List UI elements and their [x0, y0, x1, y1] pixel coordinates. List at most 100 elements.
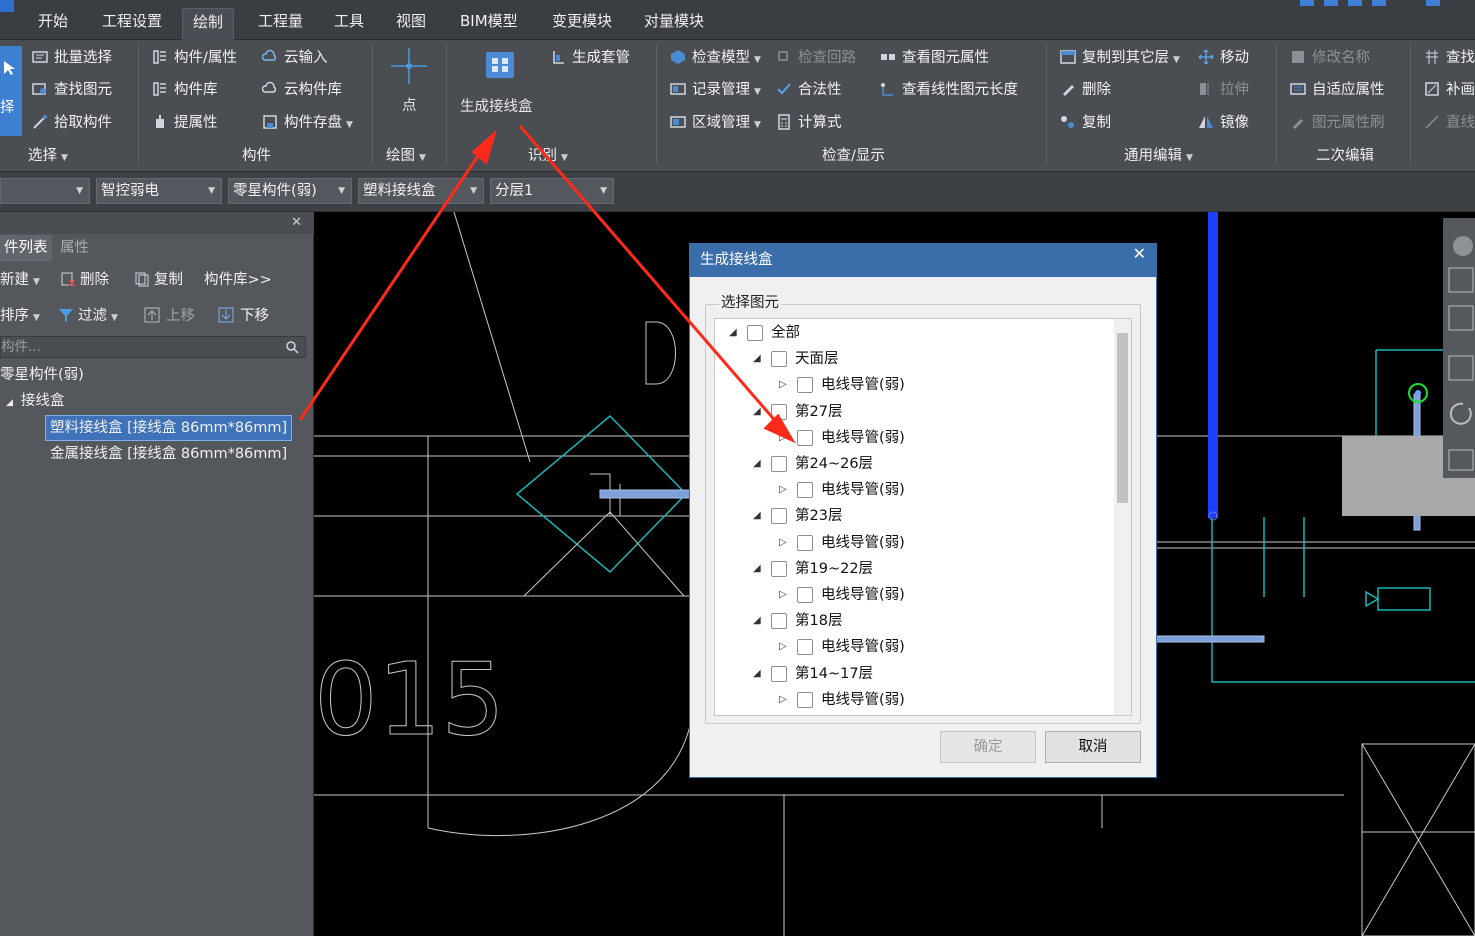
component-search-input[interactable]: 构件...	[0, 336, 306, 358]
expand-triangle-icon[interactable]: ▷	[779, 582, 787, 608]
batch-select-button[interactable]: 批量选择	[32, 45, 112, 71]
copy-button[interactable]: 复制	[1060, 110, 1111, 136]
menu-quantity[interactable]: 工程量	[248, 10, 313, 38]
tree-item-metal-box[interactable]: 金属接线盒 [接线盒 86mm*86mm]	[50, 442, 287, 466]
delete-button[interactable]: 删除	[1060, 77, 1111, 103]
search-icon[interactable]	[285, 340, 299, 354]
extract-attr-button[interactable]: 提属性	[152, 110, 218, 136]
attr-brush-button[interactable]: 图元属性刷	[1290, 110, 1385, 136]
collapse-triangle-icon[interactable]: ◢	[753, 451, 761, 477]
tree-scrollbar[interactable]	[1114, 319, 1131, 715]
tree-checkbox[interactable]	[797, 587, 813, 603]
floor-combo[interactable]: ▼	[0, 178, 90, 204]
tree-checkbox[interactable]	[771, 613, 787, 630]
component-type-combo[interactable]: 零星构件(弱) ▼	[228, 178, 352, 204]
tree-checkbox[interactable]	[771, 403, 787, 420]
tree-row[interactable]: ▷ 电线导管(弱)	[715, 372, 1115, 398]
select-large-button[interactable]: 择	[0, 46, 22, 136]
menu-draw[interactable]: 绘制	[182, 8, 235, 40]
component-save-button[interactable]: 构件存盘 ▼	[262, 110, 353, 136]
new-button[interactable]: 新建 ▼	[0, 267, 40, 293]
expand-triangle-icon[interactable]: ▷	[779, 477, 787, 503]
tree-row[interactable]: ▷ 电线导管(弱)	[715, 634, 1115, 660]
tree-row[interactable]: ◢ 第14~17层	[715, 661, 1115, 687]
collapse-triangle-icon[interactable]: ◢	[753, 556, 761, 582]
close-icon[interactable]: ✕	[1133, 244, 1146, 263]
discipline-combo[interactable]: 智控弱电 ▼	[96, 178, 222, 204]
menu-tools[interactable]: 工具	[324, 10, 374, 38]
tree-checkbox[interactable]	[771, 456, 787, 472]
generate-junction-box-button[interactable]: 生成接线盒	[458, 46, 542, 126]
collapse-triangle-icon[interactable]: ◢	[753, 661, 761, 687]
select-group-label[interactable]: 选择 ▼	[28, 144, 68, 165]
tree-row[interactable]: ◢ 第23层	[715, 503, 1115, 529]
copy-to-floor-button[interactable]: 复制到其它层 ▼	[1060, 45, 1180, 71]
cancel-button[interactable]: 取消	[1045, 731, 1141, 763]
collapse-triangle-icon[interactable]: ◢	[729, 320, 737, 346]
tree-root[interactable]: 零星构件(弱)	[0, 363, 84, 387]
menu-view[interactable]: 视图	[386, 10, 436, 38]
expand-triangle-icon[interactable]: ▷	[779, 634, 787, 660]
component-lib-button[interactable]: 构件库	[152, 77, 218, 103]
adaptive-attr-button[interactable]: 自适应属性	[1290, 77, 1385, 103]
copy-component-button[interactable]: 复制	[134, 267, 183, 293]
menu-project-settings[interactable]: 工程设置	[92, 10, 172, 38]
move-button[interactable]: 移动	[1198, 45, 1249, 71]
tree-row[interactable]: ◢ 第27层	[715, 399, 1115, 425]
expand-triangle-icon[interactable]: ▷	[779, 372, 787, 398]
find-button[interactable]: 查找	[1424, 45, 1475, 71]
expand-triangle-icon[interactable]: ▷	[779, 687, 787, 713]
component-lib-link[interactable]: 构件库>>	[204, 267, 272, 293]
expand-triangle-icon[interactable]: ▷	[779, 530, 787, 556]
identify-group-label[interactable]: 识别 ▼	[528, 144, 568, 165]
tree-checkbox[interactable]	[797, 482, 813, 499]
expand-triangle-icon[interactable]: ▷	[779, 425, 787, 451]
view-element-attr-button[interactable]: 查看图元属性	[880, 45, 989, 71]
cloud-input-button[interactable]: 云输入	[262, 45, 328, 71]
draw-group-label[interactable]: 绘图 ▼	[386, 144, 426, 165]
close-icon[interactable]: ✕	[291, 215, 302, 230]
move-down-button[interactable]: 下移	[218, 303, 269, 329]
tree-row[interactable]: ◢ 天面层	[715, 346, 1115, 372]
tree-checkbox[interactable]	[797, 534, 813, 551]
find-element-button[interactable]: 查找图元	[32, 77, 112, 103]
collapse-triangle-icon[interactable]: ◢	[753, 503, 761, 529]
tree-row[interactable]: ◢ 全部	[715, 320, 1115, 346]
tab-component-list[interactable]: 件列表	[0, 235, 52, 261]
tab-properties[interactable]: 属性	[56, 235, 93, 261]
collapse-triangle-icon[interactable]: ◢	[753, 346, 761, 372]
check-model-button[interactable]: 检查模型 ▼	[670, 45, 761, 71]
check-loop-button[interactable]: 检查回路	[776, 45, 856, 71]
mirror-button[interactable]: 镜像	[1198, 110, 1249, 136]
layer-combo[interactable]: 分层1 ▼	[490, 178, 614, 204]
tree-row[interactable]: ▷ 电线导管(弱)	[715, 425, 1115, 451]
component-attr-button[interactable]: 构件/属性	[152, 45, 237, 71]
collapse-triangle-icon[interactable]: ◢	[753, 399, 761, 425]
sort-button[interactable]: 排序 ▼	[0, 303, 40, 329]
view-linear-length-button[interactable]: 查看线性图元长度	[880, 77, 1018, 103]
tree-checkbox[interactable]	[771, 508, 787, 525]
tree-checkbox[interactable]	[797, 639, 813, 656]
tree-row[interactable]: ◢ 第19~22层	[715, 556, 1115, 582]
ok-button[interactable]: 确定	[940, 731, 1036, 763]
expand-triangle-icon[interactable]: ◢	[6, 398, 13, 408]
tree-row[interactable]: ◢ 第24~26层	[715, 451, 1115, 477]
collapse-triangle-icon[interactable]: ◢	[753, 608, 761, 634]
supplement-draw-button[interactable]: 补画	[1424, 77, 1475, 103]
move-up-button[interactable]: 上移	[144, 303, 195, 329]
rename-button[interactable]: 修改名称	[1290, 45, 1370, 71]
tree-item-plastic-box[interactable]: 塑料接线盒 [接线盒 86mm*86mm]	[44, 415, 293, 441]
formula-button[interactable]: 计算式	[776, 110, 842, 136]
record-management-button[interactable]: 记录管理 ▼	[670, 77, 761, 103]
generate-sleeve-button[interactable]: 生成套管	[550, 45, 630, 71]
tree-checkbox[interactable]	[771, 560, 787, 577]
tree-checkbox[interactable]	[747, 325, 763, 341]
point-draw-button[interactable]: 点	[386, 44, 432, 124]
tree-checkbox[interactable]	[771, 351, 787, 368]
filter-button[interactable]: 过滤 ▼	[58, 303, 118, 329]
menu-compare-module[interactable]: 对量模块	[634, 10, 714, 38]
tree-row[interactable]: ▷ 电线导管(弱)	[715, 530, 1115, 556]
tree-category[interactable]: ◢ 接线盒	[6, 389, 64, 413]
tree-checkbox[interactable]	[771, 665, 787, 682]
menu-start[interactable]: 开始	[28, 10, 78, 38]
